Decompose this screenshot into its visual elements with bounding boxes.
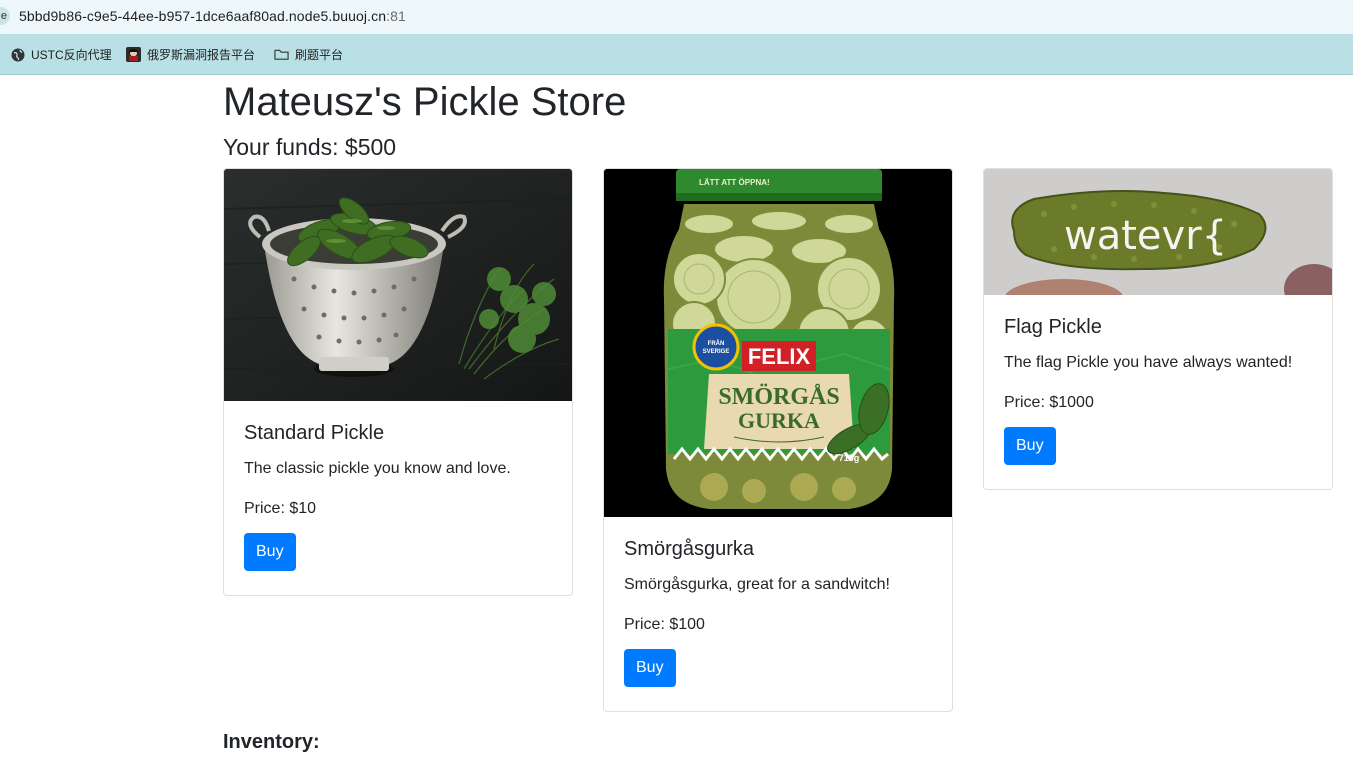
site-info-icon[interactable]: e [0, 7, 10, 25]
page-title: Mateusz's Pickle Store [223, 80, 627, 124]
bookmark-russian-vuln[interactable]: 俄罗斯漏洞报告平台 [126, 46, 255, 63]
product-description: Smörgåsgurka, great for a sandwitch! [624, 576, 890, 593]
bookmark-folder-practice[interactable]: 刷题平台 [274, 46, 343, 63]
svg-text:FELIX: FELIX [748, 344, 811, 369]
product-name: Flag Pickle [1004, 316, 1102, 338]
address-bar[interactable]: e 5bbd9b86-c9e5-44ee-b957-1dce6aaf80ad.n… [0, 0, 1353, 34]
product-image-flag-pickle: watevr{ [984, 169, 1332, 295]
product-card-flag: watevr{ Flag Pickle The flag Pickle you … [983, 168, 1333, 490]
product-name: Standard Pickle [244, 422, 385, 444]
url-text[interactable]: 5bbd9b86-c9e5-44ee-b957-1dce6aaf80ad.nod… [19, 8, 406, 24]
product-image-felix-jar: LÄTT ATT ÖPPNA! FRÅN SVERIGE FELIX SMÖRG… [604, 169, 952, 517]
svg-text:715g: 715g [839, 453, 860, 463]
product-card-standard: Standard Pickle The classic pickle you k… [223, 168, 573, 596]
folder-icon [274, 47, 289, 62]
bookmark-ustc[interactable]: USTC反向代理 [10, 46, 112, 63]
product-price: Price: $100 [624, 616, 705, 633]
svg-text:watevr{: watevr{ [1064, 213, 1227, 259]
site-favicon-icon [126, 47, 141, 62]
buy-button-smorgasgurka[interactable]: Buy [624, 649, 676, 687]
buy-button-flag[interactable]: Buy [1004, 427, 1056, 465]
product-card-smorgasgurka: LÄTT ATT ÖPPNA! FRÅN SVERIGE FELIX SMÖRG… [603, 168, 953, 712]
svg-text:FRÅN: FRÅN [708, 340, 725, 347]
product-price: Price: $1000 [1004, 394, 1094, 411]
svg-text:SVERIGE: SVERIGE [703, 349, 730, 355]
product-name: Smörgåsgurka [624, 538, 755, 560]
svg-text:LÄTT ATT ÖPPNA!: LÄTT ATT ÖPPNA! [699, 178, 770, 187]
product-description: The classic pickle you know and love. [244, 460, 511, 477]
product-card-body: Standard Pickle The classic pickle you k… [224, 401, 572, 591]
inventory-heading: Inventory: [223, 731, 320, 753]
product-card-body: Flag Pickle The flag Pickle you have alw… [984, 295, 1332, 485]
product-description: The flag Pickle you have always wanted! [1004, 354, 1293, 371]
buy-button-standard[interactable]: Buy [244, 533, 296, 571]
svg-text:GURKA: GURKA [738, 408, 820, 433]
funds-display: Your funds: $500 [223, 134, 397, 160]
svg-text:SMÖRGÅS: SMÖRGÅS [718, 384, 839, 410]
globe-icon [10, 47, 25, 62]
product-image-pickles-colander [224, 169, 572, 401]
product-price: Price: $10 [244, 500, 317, 517]
bookmarks-bar: USTC反向代理 俄罗斯漏洞报告平台 刷题平台 [0, 34, 1353, 75]
product-card-body: Smörgåsgurka Smörgåsgurka, great for a s… [604, 517, 952, 707]
